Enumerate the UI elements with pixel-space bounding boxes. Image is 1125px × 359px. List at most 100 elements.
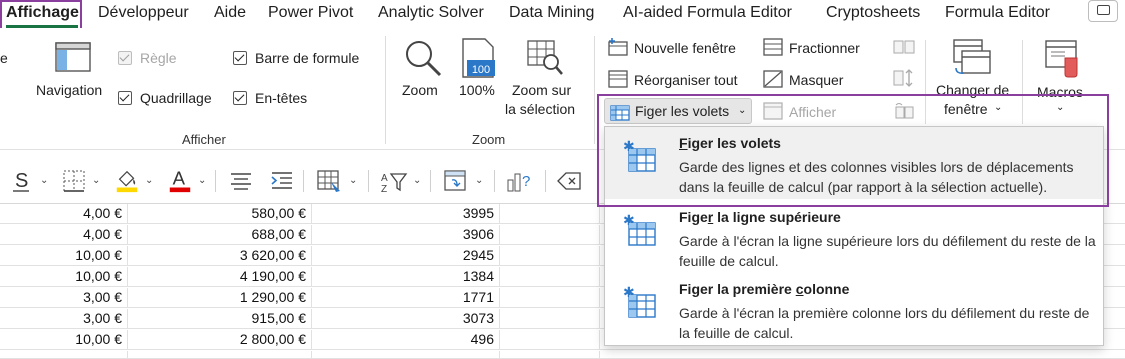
grid-cell[interactable]: 1 290,00 €	[128, 288, 312, 308]
grid-cell[interactable]: 2945	[312, 246, 500, 266]
tab-power-pivot[interactable]: Power Pivot	[268, 2, 353, 24]
zoom-100-button[interactable]: 100%	[459, 82, 495, 98]
quadrillage-label[interactable]: Quadrillage	[140, 90, 212, 106]
grid-cell[interactable]: 10,00 €	[0, 267, 128, 287]
zoom-magnifier-icon[interactable]	[403, 38, 443, 78]
menu-item-figer-ligne-superieure[interactable]: ✱ Figer la ligne supérieure Garde à l'éc…	[605, 201, 1103, 273]
chevron-down-icon[interactable]: ⌄	[145, 175, 153, 186]
font-color-icon[interactable]: A	[167, 168, 193, 194]
quadrillage-checkbox[interactable]	[118, 91, 132, 105]
chevron-down-icon[interactable]: ⌄	[198, 175, 206, 186]
grid-cell[interactable]: 4 190,00 €	[128, 267, 312, 287]
grid-cell[interactable]: 10,00 €	[0, 330, 128, 350]
tab-developpeur[interactable]: Développeur	[98, 2, 189, 24]
tab-data-mining[interactable]: Data Mining	[509, 2, 594, 24]
reorganiser-tout-button[interactable]: Réorganiser tout	[634, 72, 738, 88]
grid-cell[interactable]: 2 800,00 €	[128, 330, 312, 350]
strikethrough-icon[interactable]: S	[12, 168, 30, 194]
zoom-selection-label-line1[interactable]: Zoom sur	[512, 82, 571, 98]
toolbar-separator	[430, 170, 431, 192]
grid-cell[interactable]	[500, 309, 600, 329]
menu-item-title: Figer la première colonne	[679, 281, 850, 297]
grid-cell[interactable]: 496	[312, 330, 500, 350]
barre-formule-label[interactable]: Barre de formule	[255, 50, 359, 66]
zoom-selection-icon[interactable]	[527, 40, 563, 76]
grid-cell[interactable]: 1384	[312, 267, 500, 287]
menu-item-figer-volets[interactable]: ✱ Figer les volets Garde des lignes et d…	[605, 127, 1103, 199]
clear-format-icon[interactable]	[556, 168, 584, 194]
grid-cell[interactable]	[500, 225, 600, 245]
entetes-label[interactable]: En-têtes	[255, 90, 307, 106]
navigation-button[interactable]: Navigation	[36, 82, 102, 98]
reset-window-position-icon	[895, 103, 914, 119]
changer-fenetre-label-line2[interactable]: fenêtre	[944, 101, 988, 117]
chevron-down-icon: ⌄	[1056, 102, 1065, 113]
chevron-down-icon[interactable]: ⌄	[92, 175, 100, 186]
entetes-checkbox[interactable]	[233, 91, 247, 105]
sort-filter-icon[interactable]: A Z	[380, 168, 408, 194]
chevron-down-icon[interactable]: ⌄	[40, 175, 48, 186]
increase-indent-icon[interactable]	[270, 168, 294, 194]
masquer-button[interactable]: Masquer	[789, 72, 843, 88]
macros-button[interactable]: Macros	[1037, 84, 1083, 100]
zoom-100-icon[interactable]: 100	[461, 38, 495, 78]
grid-cell[interactable]: 3073	[312, 309, 500, 329]
toolbar-separator	[494, 170, 495, 192]
navigation-pane-icon[interactable]	[55, 42, 91, 72]
grid-cell[interactable]: 580,00 €	[128, 204, 312, 224]
table-row	[0, 351, 1125, 359]
grid-cell[interactable]: 3,00 €	[0, 288, 128, 308]
grid-cell[interactable]	[0, 351, 128, 359]
tab-ai-aided-formula-editor[interactable]: AI-aided Formula Editor	[623, 2, 792, 24]
figer-volets-button[interactable]: Figer les volets ⌄	[604, 98, 752, 124]
chevron-down-icon[interactable]: ⌄	[349, 175, 357, 186]
toolbar-separator	[215, 170, 216, 192]
chevron-down-icon[interactable]: ⌄	[475, 175, 483, 186]
grid-cell[interactable]: 3995	[312, 204, 500, 224]
grid-cell[interactable]	[500, 267, 600, 287]
grid-cell[interactable]	[500, 330, 600, 350]
borders-icon[interactable]	[62, 168, 86, 194]
grid-cell[interactable]	[500, 351, 600, 359]
grid-cell[interactable]: 4,00 €	[0, 225, 128, 245]
grid-cell[interactable]: 3 620,00 €	[128, 246, 312, 266]
fill-color-icon[interactable]	[114, 168, 140, 194]
zoom-selection-label-line2[interactable]: la sélection	[505, 101, 575, 117]
changer-fenetre-label-line1[interactable]: Changer de	[936, 82, 1009, 98]
grid-cell[interactable]: 915,00 €	[128, 309, 312, 329]
grid-cell[interactable]	[312, 351, 500, 359]
conditional-format-table-icon[interactable]	[316, 168, 342, 194]
comments-button[interactable]	[1088, 0, 1118, 22]
grid-cell[interactable]	[500, 204, 600, 224]
afficher-button: Afficher	[789, 104, 837, 120]
grid-cell[interactable]	[500, 288, 600, 308]
grid-cell[interactable]: 688,00 €	[128, 225, 312, 245]
group-separator	[594, 36, 595, 144]
tab-aide[interactable]: Aide	[214, 2, 246, 24]
insert-pivot-icon[interactable]	[443, 168, 469, 194]
chevron-down-icon[interactable]: ⌄	[413, 175, 421, 186]
freeze-top-row-icon: ✱	[623, 213, 656, 246]
switch-windows-icon[interactable]	[952, 38, 992, 76]
grid-cell[interactable]	[128, 351, 312, 359]
barre-formule-checkbox[interactable]	[233, 51, 247, 65]
grid-cell[interactable]: 3906	[312, 225, 500, 245]
tab-analytic-solver[interactable]: Analytic Solver	[378, 2, 484, 24]
grid-cell[interactable]: 4,00 €	[0, 204, 128, 224]
grid-cell[interactable]	[500, 246, 600, 266]
macros-icon[interactable]	[1045, 40, 1081, 78]
align-center-icon[interactable]	[229, 168, 253, 194]
menu-item-figer-premiere-colonne[interactable]: ✱ Figer la première colonne Garde à l'éc…	[605, 273, 1103, 345]
menu-item-title: Figer les volets	[679, 135, 781, 151]
zoom-button[interactable]: Zoom	[402, 82, 438, 98]
chevron-down-icon: ⌄	[738, 105, 747, 116]
unhide-window-icon	[763, 102, 783, 120]
tab-cryptosheets[interactable]: Cryptosheets	[826, 2, 920, 24]
grid-cell[interactable]: 3,00 €	[0, 309, 128, 329]
tab-formula-editor[interactable]: Formula Editor	[945, 2, 1050, 24]
analyze-data-icon[interactable]: ?	[506, 168, 534, 194]
grid-cell[interactable]: 10,00 €	[0, 246, 128, 266]
grid-cell[interactable]: 1771	[312, 288, 500, 308]
nouvelle-fenetre-button[interactable]: Nouvelle fenêtre	[634, 40, 736, 56]
fractionner-button[interactable]: Fractionner	[789, 40, 860, 56]
